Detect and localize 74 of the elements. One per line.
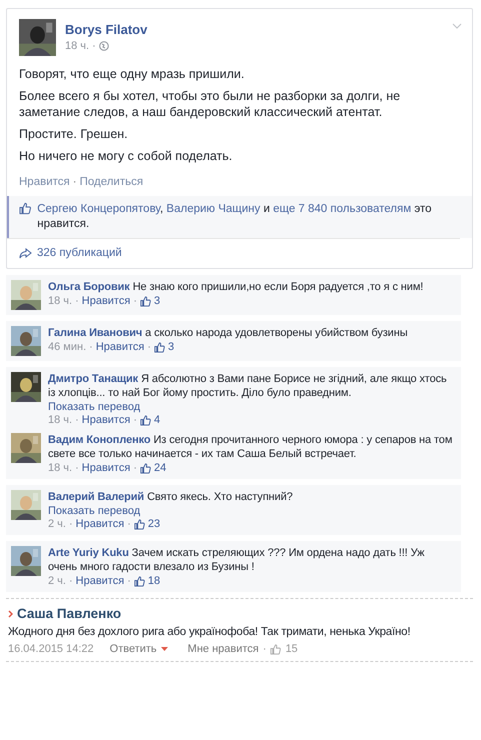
separator: · [127, 575, 131, 587]
separator: · [75, 414, 79, 426]
separator: · [92, 40, 96, 52]
post-text: Простите. Грешен. [19, 126, 129, 142]
like-icon [134, 576, 145, 586]
like-count: 23 [148, 518, 160, 530]
comment-date: 16.04.2015 14:22 [8, 643, 94, 655]
like-icon [140, 414, 151, 426]
separator: · [68, 518, 73, 530]
action-link[interactable]: Нравится [19, 176, 70, 188]
comment-time: 18 ч. [48, 414, 72, 426]
like-link[interactable]: Нравится [76, 518, 124, 530]
separator: · [68, 575, 73, 587]
like-count: 3 [154, 295, 160, 307]
chevron-icon[interactable] [452, 23, 462, 29]
commenter-name[interactable]: Валерий Валерий [48, 491, 144, 503]
comment-text: Галина Иванович а сколько народа удовлетворены убийством бузины [48, 326, 409, 340]
separator: · [75, 295, 79, 307]
likes-text: Сергею Концеропятову, Валерию Чащину и еще 7 840 пользователям это нравится. [37, 202, 432, 232]
commenter-name: Саша Павленко [17, 606, 122, 621]
comment-text: Жодного дня без дохлого рига або українофоба! Так тримати, ненька Україно! [8, 626, 412, 638]
like-count: 3 [168, 341, 174, 353]
post-text: Говорят, что еще одну мразь пришили. [19, 66, 246, 82]
comment-text: Вадим Конопленко Из сегодня прочитанного черного юмора : у сепаров на том свете все только начинается - их там Саша Белый встречает. [48, 433, 454, 461]
caret-icon [160, 646, 168, 652]
like-link[interactable]: Нравится [82, 414, 130, 426]
like-icon [19, 202, 32, 215]
author-name[interactable]: Borys Filatov [65, 22, 148, 37]
comment-text: Ольга Боровик Не знаю кого пришили,но если Боря радуется ,то я с ним! [48, 280, 424, 294]
commenter-name[interactable]: Дмитро Танащик [48, 373, 138, 385]
shares-link[interactable]: 326 публикаций [37, 247, 122, 259]
comment-time: 46 мин. [48, 341, 86, 353]
comment-time: 18 ч. [48, 295, 72, 307]
like-link[interactable]: Мне нравится [188, 643, 259, 655]
commenter-name[interactable]: Галина Иванович [48, 327, 142, 339]
separator: · [262, 643, 266, 655]
comment-time: 2 ч. [48, 575, 66, 587]
post-text: Но ничего не могу с собой поделать. [19, 148, 234, 164]
like-count: 15 [285, 643, 298, 655]
commenter-name[interactable]: Arte Yuriy Kuku [48, 547, 129, 559]
separator: · [127, 518, 131, 530]
like-link[interactable]: Нравится [76, 575, 124, 587]
comment-text: Arte Yuriy Kuku Зачем искать стреляющих ??? Им ордена надо дать !!! Уж очень много гадости влезало из Бузины ! [48, 546, 426, 574]
like-count: 24 [154, 462, 166, 474]
comment-text: Дмитро Танащик Я абсолютно з Вами пане Борисе не згідний, але якщо хтось із хлопців... то най Бог йому простить. Діло було праведним. [48, 372, 448, 400]
separator: · [133, 462, 137, 474]
like-icon [140, 462, 151, 474]
translate-link[interactable]: Показать перевод [48, 401, 455, 413]
comment-text: Валерий Валерий Свято якесь. Хто наступний? [48, 490, 294, 504]
comment-time: 18 ч. [48, 462, 72, 474]
chevron-right-icon [8, 610, 13, 618]
like-icon [154, 342, 166, 352]
like-icon [134, 518, 145, 530]
share-icon [19, 248, 32, 258]
separator: · [133, 414, 137, 426]
separator: · [72, 176, 77, 188]
like-icon [270, 644, 282, 654]
separator: · [133, 295, 137, 307]
commenter-name[interactable]: Вадим Конопленко [48, 434, 151, 446]
like-count: 4 [154, 414, 160, 426]
like-link[interactable]: Нравится [82, 295, 130, 307]
like-count: 18 [148, 575, 160, 587]
like-icon [140, 296, 151, 306]
commenter-name[interactable]: Ольга Боровик [48, 281, 130, 293]
like-link[interactable]: Нравится [96, 341, 144, 353]
reply-link[interactable]: Ответить [110, 643, 157, 655]
translate-link[interactable]: Показать перевод [48, 505, 455, 517]
comment-time: 2 ч. [48, 518, 66, 530]
separator: · [147, 341, 152, 353]
action-link[interactable]: Поделиться [80, 176, 144, 188]
post-text: Более всего я бы хотел, чтобы это были не разборки за долги, не заметание следов, а наш бандеровский классический атентат. [19, 88, 402, 120]
separator: · [89, 341, 93, 353]
like-link[interactable]: Нравится [82, 462, 130, 474]
separator: · [75, 462, 79, 474]
